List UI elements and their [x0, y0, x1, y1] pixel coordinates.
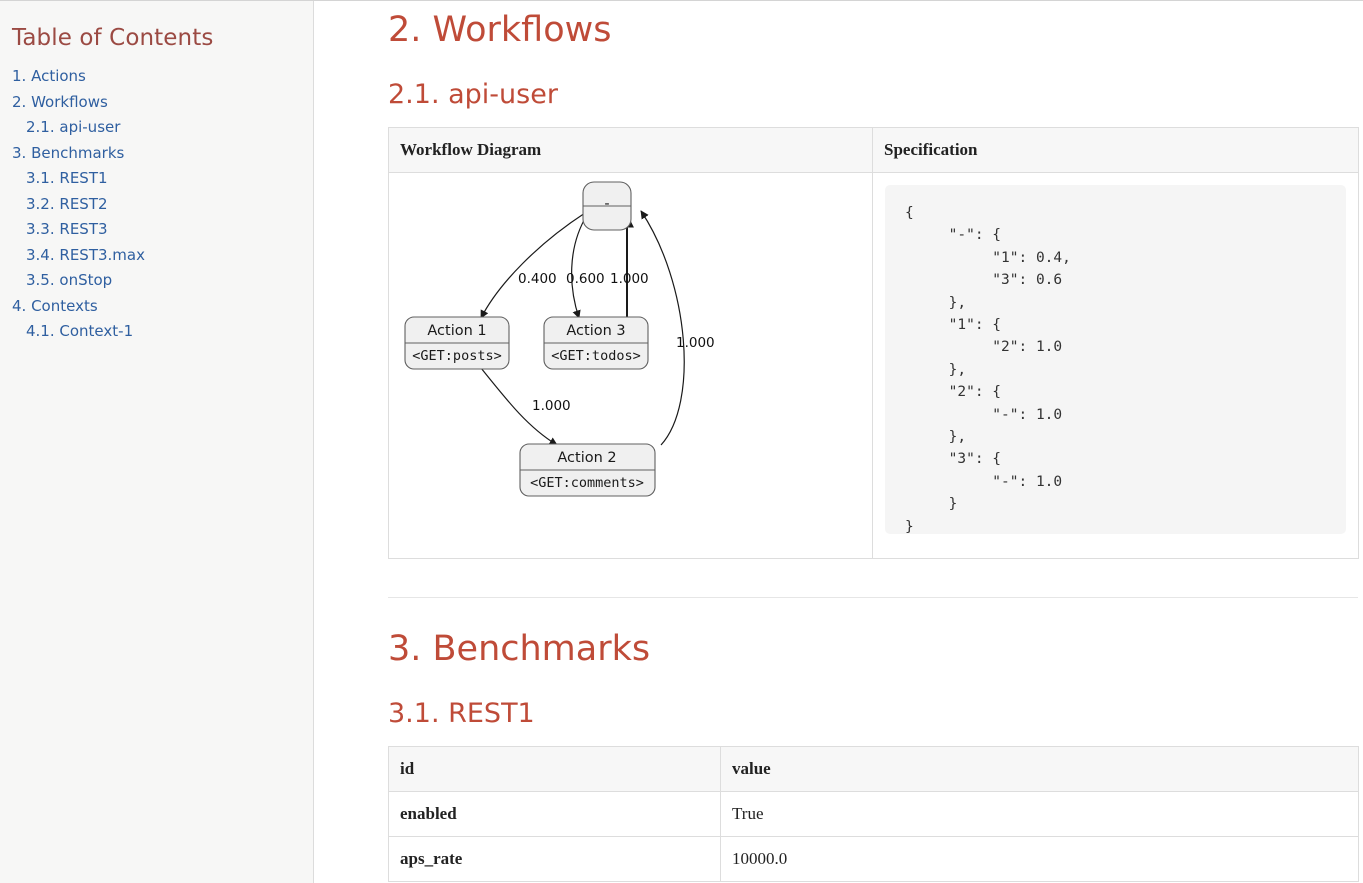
heading-rest1: 3.1. REST1 — [388, 697, 535, 729]
column-header-specification: Specification — [872, 126, 1359, 173]
table-row: aps_rate 10000.0 — [388, 835, 1359, 882]
sidebar-item-rest3-max[interactable]: 3.4. REST3.max — [12, 243, 313, 269]
section-divider — [388, 596, 1358, 598]
edge-label-1000-a3-root: 1.000 — [610, 271, 649, 287]
sidebar-item-benchmarks[interactable]: 3. Benchmarks — [12, 141, 313, 167]
node-action3-title: Action 3 — [566, 323, 625, 339]
bench-row-value: 10000.0 — [720, 835, 1359, 882]
heading-api-user: 2.1. api-user — [388, 78, 558, 110]
sidebar-item-workflows[interactable]: 2. Workflows — [12, 90, 313, 116]
node-action2-title: Action 2 — [557, 450, 616, 466]
heading-workflows: 2. Workflows — [388, 10, 612, 50]
bench-row-key: aps_rate — [388, 835, 721, 882]
edge-label-0600: 0.600 — [566, 271, 605, 287]
table-row: enabled True — [388, 790, 1359, 837]
toc-title: Table of Contents — [12, 25, 214, 51]
sidebar-item-rest1[interactable]: 3.1. REST1 — [12, 166, 313, 192]
edge-root-to-action3 — [571, 214, 588, 319]
heading-benchmarks: 3. Benchmarks — [388, 628, 651, 669]
sidebar-item-actions[interactable]: 1. Actions — [12, 64, 313, 90]
node-action1-title: Action 1 — [427, 323, 486, 339]
node-action1-subtitle: <GET:posts> — [412, 348, 501, 364]
main-content: 2. Workflows 2.1. api-user Workflow Diag… — [314, 1, 1363, 883]
diagram-node-action2[interactable]: Action 2 <GET:comments> — [519, 443, 656, 497]
toc-list: 1. Actions 2. Workflows 2.1. api-user 3.… — [12, 64, 313, 345]
bench-row-value: True — [720, 790, 1359, 837]
edge-label-0400: 0.400 — [518, 271, 557, 287]
specification-code-block: { "-": { "1": 0.4, "3": 0.6 }, "1": { "2… — [885, 184, 1346, 534]
edge-root-to-action1 — [480, 212, 586, 319]
sidebar-item-rest2[interactable]: 3.2. REST2 — [12, 192, 313, 218]
column-header-id: id — [388, 745, 721, 792]
bench-row-key: enabled — [388, 790, 721, 837]
diagram-node-action3[interactable]: Action 3 <GET:todos> — [543, 316, 649, 370]
sidebar-table-of-contents: Table of Contents 1. Actions 2. Workflow… — [0, 1, 314, 883]
workflow-diagram: 0.400 0.600 1.000 1.000 1.000 - Action 1… — [389, 173, 872, 558]
column-header-workflow-diagram: Workflow Diagram — [388, 126, 873, 173]
sidebar-item-context-1[interactable]: 4.1. Context-1 — [12, 319, 313, 345]
node-action3-subtitle: <GET:todos> — [551, 348, 640, 364]
specification-cell: { "-": { "1": 0.4, "3": 0.6 }, "1": { "2… — [872, 171, 1359, 559]
sidebar-item-rest3[interactable]: 3.3. REST3 — [12, 217, 313, 243]
diagram-node-action1[interactable]: Action 1 <GET:posts> — [404, 316, 510, 370]
benchmarks-table-rest1: id value enabled True aps_rate 10000.0 — [388, 745, 1359, 882]
sidebar-item-onstop[interactable]: 3.5. onStop — [12, 268, 313, 294]
edge-label-1000-a1-a2: 1.000 — [532, 398, 571, 414]
column-header-value: value — [720, 745, 1359, 792]
sidebar-item-contexts[interactable]: 4. Contexts — [12, 294, 313, 320]
sidebar-item-api-user[interactable]: 2.1. api-user — [12, 115, 313, 141]
diagram-node-root[interactable]: - — [582, 181, 632, 231]
edge-label-1000-a2-root: 1.000 — [676, 335, 715, 351]
table-row: 0.400 0.600 1.000 1.000 1.000 - Action 1… — [388, 171, 1359, 559]
workflow-diagram-cell: 0.400 0.600 1.000 1.000 1.000 - Action 1… — [388, 171, 873, 559]
table-header-row: id value — [388, 745, 1359, 792]
workflow-table: Workflow Diagram Specification 0.400 0.6… — [388, 126, 1359, 559]
table-header-row: Workflow Diagram Specification — [388, 126, 1359, 173]
documentation-page: Table of Contents 1. Actions 2. Workflow… — [0, 0, 1363, 883]
node-root-title: - — [604, 196, 609, 212]
node-action2-subtitle: <GET:comments> — [530, 475, 644, 491]
